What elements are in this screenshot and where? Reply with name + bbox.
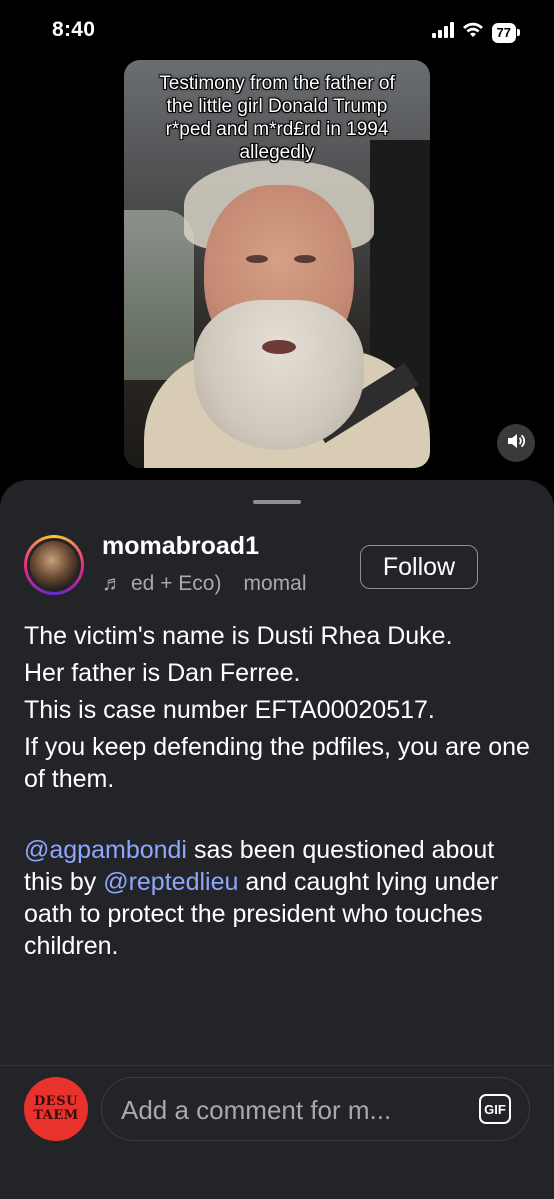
comments-sheet: momabroad1 ♬ ed + Eco) momal Follow The … [0, 480, 554, 1199]
audio-user: momal [243, 572, 307, 595]
volume-button[interactable] [497, 424, 535, 462]
avatar-logo-text: DESU [34, 1094, 78, 1109]
avatar-logo-text: TAEM [33, 1108, 79, 1123]
video-person-mouth [262, 340, 296, 354]
caption-line: Her father is Dan Ferree. [24, 659, 301, 687]
status-icons: 77 [431, 22, 521, 43]
status-time: 8:40 [52, 18, 96, 41]
audio-track[interactable]: ♬ ed + Eco) momal [102, 572, 342, 596]
music-note-icon: ♬ [102, 572, 123, 595]
sheet-drag-handle[interactable] [253, 500, 301, 504]
comment-placeholder: Add a comment for m... [121, 1095, 392, 1125]
battery-indicator: 77 [491, 22, 521, 43]
video-caption: Testimony from the father of the little … [159, 73, 395, 163]
signal-icon [431, 22, 454, 43]
mention-link[interactable]: @agpambondi [24, 836, 187, 864]
video-person-beard [194, 300, 364, 450]
comment-input[interactable]: Add a comment for m... GIF [101, 1077, 530, 1141]
caption-mention-paragraph: @agpambondi sas been questioned about th… [24, 834, 534, 962]
caption-line: If you keep defending the pdfiles, you a… [24, 733, 530, 793]
caption-line: The victim's name is Dusti Rhea Duke. [24, 622, 453, 650]
video-person-eye-left [246, 255, 268, 263]
caption-line: This is case number EFTA00020517. [24, 696, 435, 724]
audio-title: ed + Eco) [131, 572, 222, 595]
author-avatar[interactable] [24, 535, 84, 595]
video-background-window [124, 210, 194, 380]
author-avatar-image [27, 538, 81, 592]
follow-button[interactable]: Follow [360, 545, 478, 589]
wifi-icon [462, 22, 484, 43]
current-user-avatar[interactable]: DESU TAEM [24, 1077, 88, 1141]
speaker-icon [506, 432, 526, 455]
post-caption: The victim's name is Dusti Rhea Duke. He… [24, 620, 534, 967]
status-bar: 8:40 77 [0, 0, 554, 64]
author-username[interactable]: momabroad1 [102, 532, 259, 561]
mention-link[interactable]: @reptedlieu [103, 868, 238, 896]
video-player[interactable]: Testimony from the father of the little … [124, 60, 430, 468]
divider [0, 1065, 554, 1066]
video-person-eye-right [294, 255, 316, 263]
gif-button[interactable]: GIF [479, 1094, 511, 1124]
